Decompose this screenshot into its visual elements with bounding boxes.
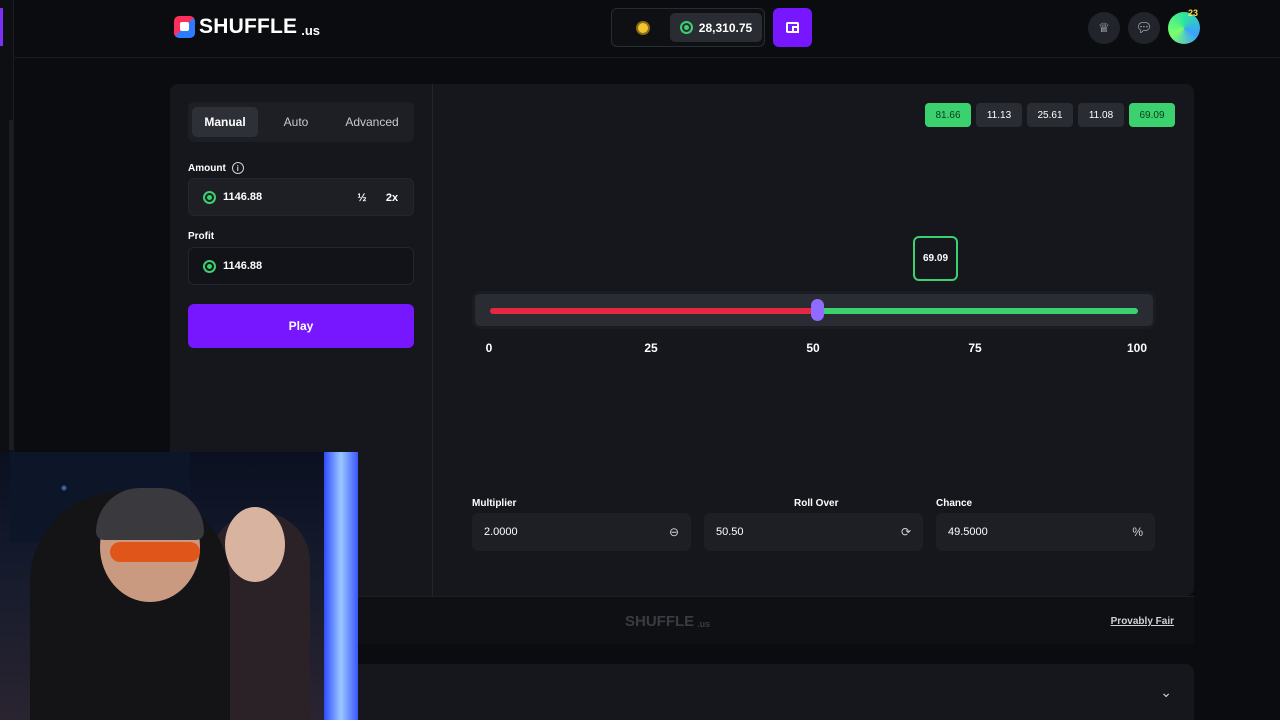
vip-button[interactable]: ♕ (1088, 12, 1120, 44)
tab-advanced[interactable]: Advanced (334, 107, 410, 137)
scale-tick: 0 (485, 341, 493, 355)
scale-tick: 100 (1126, 341, 1148, 355)
profit-value: 1146.88 (223, 260, 263, 272)
chance-field[interactable]: 49.5000 % (936, 513, 1155, 551)
chance-value[interactable]: 49.5000 (948, 526, 988, 538)
coin-icon[interactable] (636, 21, 650, 35)
roll-slider[interactable] (472, 291, 1156, 329)
logo-mark-icon (174, 16, 195, 38)
win-range (817, 308, 1138, 314)
roll-history: 81.66 11.13 25.61 11.08 69.09 (925, 103, 1175, 127)
avatar-level-badge: 23 (1188, 8, 1199, 18)
scale-tick: 50 (806, 341, 820, 355)
logo-suffix: .us (301, 22, 321, 38)
tab-manual[interactable]: Manual (192, 107, 258, 137)
multiplier-value[interactable]: 2.0000 (484, 526, 518, 538)
half-button[interactable]: ½ (349, 185, 375, 211)
currency-icon (203, 190, 216, 204)
history-chip[interactable]: 81.66 (925, 103, 971, 127)
double-button[interactable]: 2x (379, 185, 405, 211)
chat-icon: 💬︎ (1135, 20, 1153, 35)
scale-tick: 25 (644, 341, 658, 355)
webcam-sunglasses (110, 542, 200, 562)
top-header: SHUFFLE .us 28,310.75 ♕ 💬︎ 23 (14, 0, 1280, 58)
footer-logo-text: SHUFFLE (625, 613, 695, 630)
profit-label: Profit (188, 231, 215, 242)
multiplier-icon: ⊖ (668, 525, 679, 539)
amount-field[interactable]: 1146.88 ½ 2x (188, 178, 414, 216)
history-chip[interactable]: 25.61 (1027, 103, 1073, 127)
balance-pill[interactable]: 28,310.75 (670, 13, 762, 42)
footer-logo-suffix: .us (697, 618, 711, 629)
history-chip[interactable]: 11.13 (976, 103, 1022, 127)
percent-sign: % (1132, 525, 1143, 539)
play-button[interactable]: Play (188, 304, 414, 348)
roll-over-value[interactable]: 50.50 (716, 526, 744, 538)
chat-button[interactable]: 💬︎ (1128, 12, 1160, 44)
profit-field: 1146.88 (188, 247, 414, 285)
balance-selector[interactable]: 28,310.75 (611, 8, 765, 47)
rail-scrollbar[interactable] (9, 120, 13, 450)
multiplier-label: Multiplier (472, 498, 517, 509)
lose-range (490, 308, 818, 314)
footer-logo: SHUFFLE .us (625, 613, 710, 630)
multiplier-field[interactable]: 2.0000 ⊖ (472, 513, 691, 551)
roll-over-label: Roll Over (794, 498, 839, 509)
history-chip[interactable]: 11.08 (1078, 103, 1124, 127)
tab-auto[interactable]: Auto (260, 107, 332, 137)
webcam-overlay (0, 452, 358, 720)
amount-label: Amount (188, 162, 226, 174)
amount-label-row: Amount i (188, 162, 244, 174)
roll-over-field[interactable]: 50.50 ⟳ (704, 513, 923, 551)
wallet-button[interactable] (773, 8, 812, 47)
profit-label-row: Profit (188, 231, 214, 242)
roll-result-marker: 69.09 (913, 236, 958, 281)
currency-icon (203, 259, 216, 273)
swap-icon[interactable]: ⟳ (901, 525, 911, 539)
currency-icon (679, 21, 693, 34)
rail-active-marker (0, 8, 3, 46)
chance-label: Chance (936, 498, 973, 509)
site-logo[interactable]: SHUFFLE .us (174, 15, 320, 39)
wallet-icon (786, 22, 799, 33)
webcam-light (324, 452, 358, 720)
chevron-down-icon[interactable]: ⌄ (1160, 684, 1172, 701)
crown-icon: ♕ (1098, 20, 1110, 35)
logo-text: SHUFFLE (199, 15, 298, 38)
info-icon[interactable]: i (231, 162, 244, 174)
amount-value[interactable]: 1146.88 (223, 191, 262, 203)
mode-tabs: Manual Auto Advanced (188, 102, 414, 142)
scale-tick: 75 (968, 341, 982, 355)
balance-amount: 28,310.75 (698, 20, 753, 35)
webcam-person-head (225, 507, 285, 582)
provably-fair-link[interactable]: Provably Fair (1111, 616, 1174, 627)
slider-thumb[interactable] (811, 299, 825, 321)
history-chip[interactable]: 69.09 (1129, 103, 1175, 127)
